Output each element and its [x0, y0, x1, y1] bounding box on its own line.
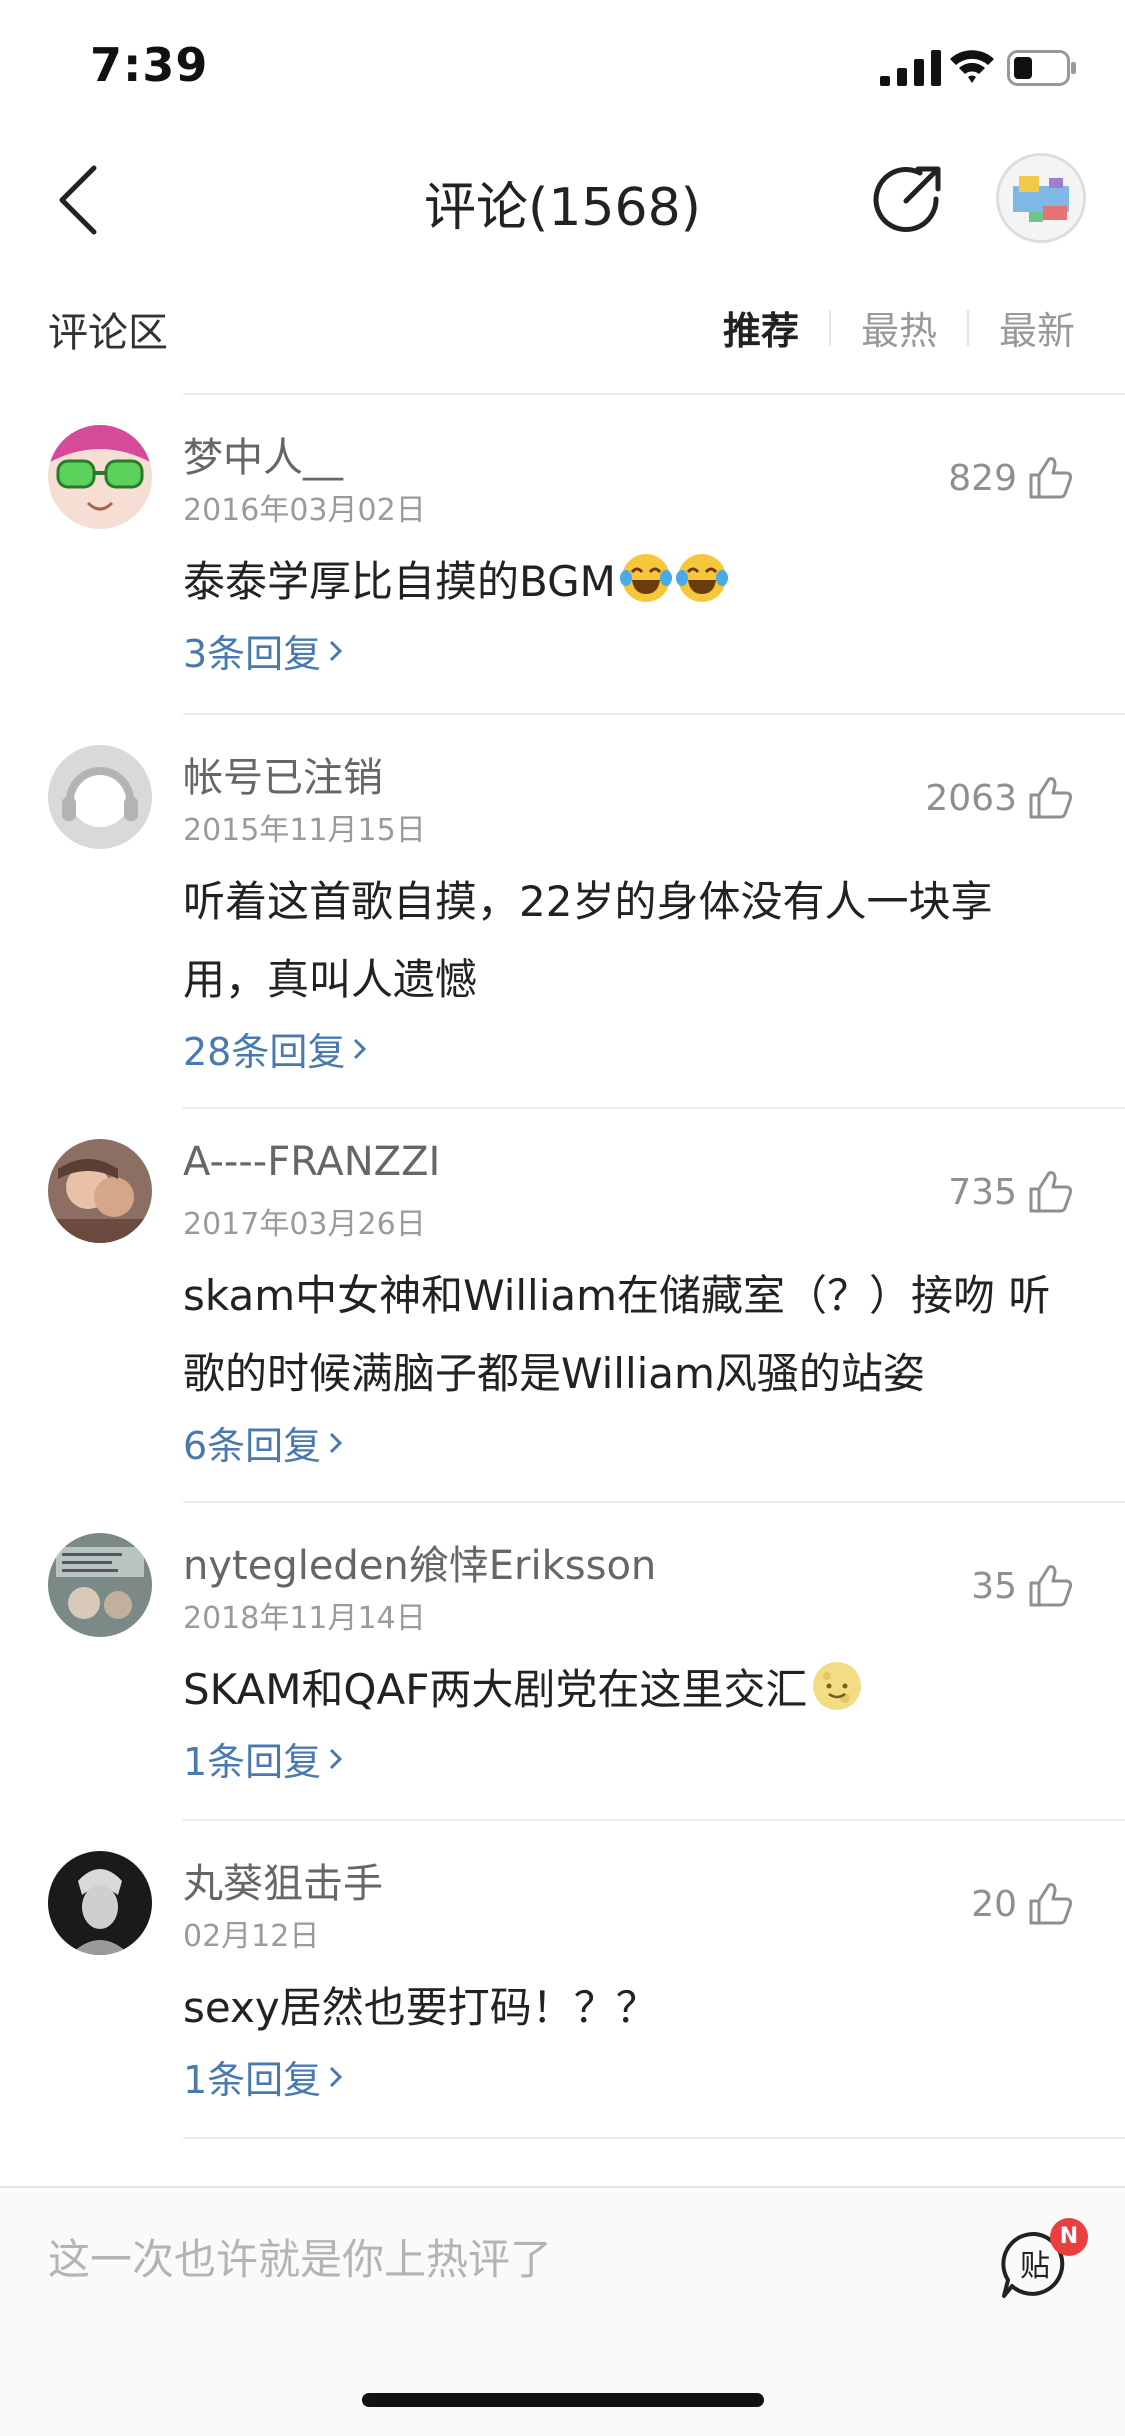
avatar[interactable]: [48, 1139, 152, 1243]
avatar[interactable]: [48, 745, 152, 849]
username[interactable]: A----FRANZZI: [183, 1139, 440, 1185]
comment-date: 02月12日: [183, 1919, 320, 1954]
replies-label: 1条回复: [183, 1740, 322, 1784]
divider: [183, 1107, 1125, 1109]
tab-separator: [966, 309, 969, 346]
tab-newest[interactable]: 最新: [999, 300, 1075, 355]
username[interactable]: 帐号已注销: [183, 745, 383, 803]
chevron-right-icon: [354, 1038, 367, 1059]
nav-bar: 评论(1568): [0, 135, 1125, 265]
song-cover-thumbnail[interactable]: [996, 153, 1086, 243]
thumbs-up-icon: [1029, 1171, 1073, 1213]
replies-link[interactable]: 1条回复: [183, 2049, 345, 2104]
thumbs-up-icon: [1029, 1883, 1073, 1925]
replies-link[interactable]: 1条回复: [183, 1731, 345, 1786]
home-indicator: [362, 2393, 764, 2407]
status-bar: 7:39: [0, 0, 1125, 135]
divider: [183, 713, 1125, 715]
tab-hottest[interactable]: 最热: [861, 300, 937, 355]
like-count: 2063: [925, 777, 1017, 819]
comment-text: 泰泰学厚比自摸的BGM: [183, 543, 1075, 621]
comments-section-header: 评论区 推荐 最热 最新: [0, 280, 1125, 370]
replies-link[interactable]: 3条回复: [183, 623, 345, 678]
thumbs-up-icon: [1029, 777, 1073, 819]
comment-text: sexy居然也要打码！？？: [183, 1983, 658, 2032]
comment-date: 2017年03月26日: [183, 1207, 426, 1242]
chevron-right-icon: [330, 1432, 343, 1453]
like-button[interactable]: 2063: [925, 773, 1075, 823]
replies-label: 1条回复: [183, 2058, 322, 2102]
comment-text: SKAM和QAF两大剧党在这里交汇: [183, 1651, 1075, 1729]
avatar[interactable]: [48, 425, 152, 529]
comment-text: 听着这首歌自摸，22岁的身体没有人一块享用，真叫人遗憾: [183, 877, 993, 1004]
song-cover-image: [999, 156, 1083, 240]
chevron-right-icon: [330, 640, 343, 661]
laughing-crying-emoji-icon: [675, 554, 728, 602]
comment-text-content: 泰泰学厚比自摸的BGM: [183, 557, 616, 606]
divider: [183, 393, 1125, 395]
post-icon-label: 贴: [1020, 2249, 1050, 2284]
chevron-right-icon: [330, 2066, 343, 2087]
like-button[interactable]: 20: [971, 1879, 1075, 1929]
page-title: 评论(1568): [424, 178, 701, 238]
comment-text: skam中女神和William在储藏室（？）接吻 听歌的时候满脑子都是Willi…: [183, 1271, 1051, 1398]
thumbs-up-icon: [1029, 457, 1073, 499]
signal-icon: [880, 50, 941, 86]
divider: [183, 1819, 1125, 1821]
username[interactable]: nytegleden飨悻Eriksson: [183, 1533, 656, 1591]
notification-badge: N: [1050, 2218, 1088, 2256]
like-button[interactable]: 829: [948, 453, 1075, 503]
sort-tabs: 推荐 最热 最新: [723, 300, 1075, 355]
smiling-moon-emoji-icon: [813, 1662, 862, 1710]
like-count: 735: [948, 1171, 1017, 1213]
status-time: 7:39: [90, 38, 209, 92]
comment-date: 2015年11月15日: [183, 813, 426, 848]
replies-link[interactable]: 6条回复: [183, 1415, 345, 1470]
avatar[interactable]: [48, 1533, 152, 1637]
replies-label: 6条回复: [183, 1424, 322, 1468]
chevron-right-icon: [330, 1748, 343, 1769]
comment-input[interactable]: 这一次也许就是你上热评了: [48, 2226, 552, 2287]
like-button[interactable]: 735: [948, 1167, 1075, 1217]
page: 7:39 评论(1568) 评论区 推荐 最热 最新 梦中人__ 2016年03…: [0, 0, 1125, 2436]
thumbs-up-icon: [1029, 1565, 1073, 1607]
comment-date: 2018年11月14日: [183, 1601, 426, 1636]
like-button[interactable]: 35: [971, 1561, 1075, 1611]
divider: [183, 1501, 1125, 1503]
replies-link[interactable]: 28条回复: [183, 1021, 369, 1076]
like-count: 35: [971, 1565, 1017, 1607]
section-title: 评论区: [48, 310, 168, 356]
replies-label: 3条回复: [183, 632, 322, 676]
username[interactable]: 梦中人__: [183, 425, 343, 483]
tab-recommended[interactable]: 推荐: [723, 300, 799, 355]
share-button[interactable]: [868, 159, 948, 239]
laughing-crying-emoji-icon: [619, 554, 672, 602]
username[interactable]: 丸葵狙击手: [183, 1851, 383, 1909]
wifi-icon: [950, 50, 994, 83]
replies-label: 28条回复: [183, 1030, 346, 1074]
battery-icon: [1007, 50, 1076, 86]
like-count: 829: [948, 457, 1017, 499]
tab-separator: [828, 309, 831, 346]
comment-date: 2016年03月02日: [183, 493, 426, 528]
avatar[interactable]: [48, 1851, 152, 1955]
divider: [183, 2137, 1125, 2139]
comment-text-content: SKAM和QAF两大剧党在这里交汇: [183, 1665, 808, 1714]
like-count: 20: [971, 1883, 1017, 1925]
